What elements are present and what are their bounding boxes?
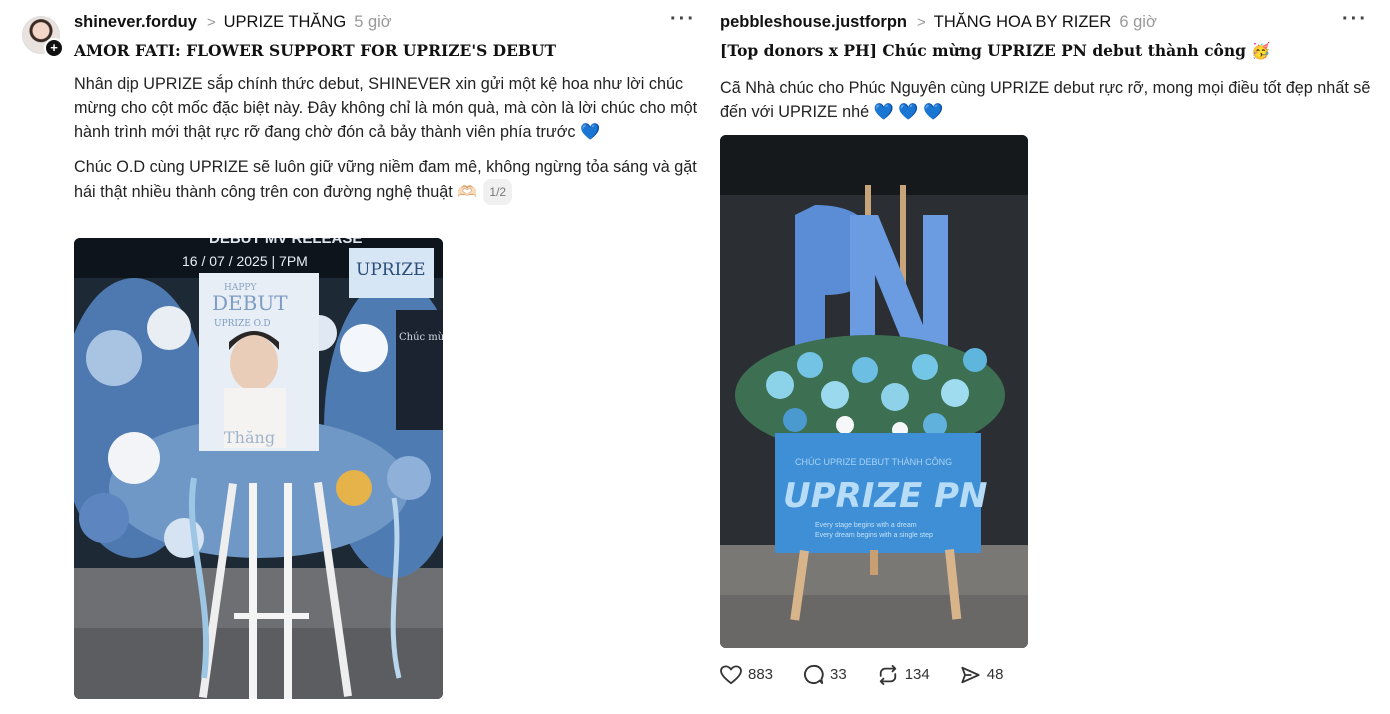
post-paragraph: Nhân dịp UPRIZE sắp chính thức debut, SH… (74, 75, 698, 141)
timestamp[interactable]: 6 giờ (1119, 13, 1156, 32)
comment-count: 33 (830, 666, 847, 683)
like-count: 883 (748, 666, 774, 683)
share-icon (961, 666, 980, 683)
poster-main-text: DEBUT (212, 291, 288, 315)
plus-icon[interactable]: + (44, 38, 64, 58)
post-body: Cã Nhà chúc cho Phúc Nguyên cùng UPRIZE … (720, 76, 1380, 135)
poster-sub-text: UPRIZE O.D (214, 319, 271, 329)
topic-tag[interactable]: UPRIZE THĂNG (224, 13, 347, 32)
heart-icon (720, 664, 742, 684)
action-bar: 883 33 134 48 (720, 664, 1033, 685)
timestamp[interactable]: 5 giờ (354, 13, 391, 32)
poster-name-text: Thăng (224, 428, 275, 447)
side-sign2-text: Chúc mừng UPRIZE DEBUT (399, 332, 443, 343)
comment-button[interactable]: 33 (803, 664, 847, 685)
post-paragraph: Chúc O.D cùng UPRIZE sẽ luôn giữ vững ni… (74, 158, 697, 201)
share-button[interactable]: 48 (960, 665, 1004, 685)
more-icon[interactable]: ··· (1342, 8, 1368, 31)
repost-button[interactable]: 134 (877, 664, 930, 685)
flower-stand-photo: CHÚC UPRIZE DEBUT THÀNH CÔNG UPRIZE PN E… (720, 135, 1028, 648)
side-sign-text: UPRIZE (356, 260, 426, 280)
image-counter: 1/2 (483, 179, 513, 205)
username[interactable]: pebbleshouse.justforpn (720, 13, 907, 32)
post-title: AMOR FATI: FLOWER SUPPORT FOR UPRIZE'S D… (74, 41, 557, 60)
banner-text: DEBUT MV RELEASE (209, 238, 362, 247)
sign-top-text: CHÚC UPRIZE DEBUT THÀNH CÔNG (795, 457, 952, 467)
date-text: 16 / 07 / 2025 | 7PM (182, 253, 308, 269)
comment-icon (804, 664, 824, 685)
username[interactable]: shinever.forduy (74, 13, 197, 32)
share-count: 48 (986, 666, 1004, 683)
repost-count: 134 (904, 666, 930, 683)
topic-tag[interactable]: THĂNG HOA BY RIZER (934, 13, 1112, 32)
sign-line1-text: Every stage begins with a dream (815, 522, 917, 529)
post-image[interactable]: CHÚC UPRIZE DEBUT THÀNH CÔNG UPRIZE PN E… (720, 135, 1028, 648)
post-image[interactable]: DEBUT MV RELEASE 16 / 07 / 2025 | 7PM UP… (74, 238, 443, 699)
chevron-right-icon: > (917, 13, 926, 31)
chevron-right-icon: > (206, 13, 216, 31)
post-header: pebbleshouse.justforpn > THĂNG HOA BY RI… (720, 10, 1157, 34)
like-button[interactable]: 883 (720, 664, 774, 685)
post-paragraph: Cã Nhà chúc cho Phúc Nguyên cùng UPRIZE … (720, 79, 1371, 121)
post-header: shinever.forduy > UPRIZE THĂNG 5 giờ (74, 10, 392, 34)
post-body: Nhân dịp UPRIZE sắp chính thức debut, SH… (74, 72, 699, 216)
sign-main-text: UPRIZE PN (783, 476, 987, 516)
more-icon[interactable]: ··· (670, 8, 696, 31)
sign-line2-text: Every dream begins with a single step (815, 532, 933, 539)
repost-icon (879, 664, 896, 685)
post-title: [Top donors x PH] Chúc mừng UPRIZE PN de… (720, 41, 1271, 60)
flower-stand-photo: DEBUT MV RELEASE 16 / 07 / 2025 | 7PM UP… (74, 238, 443, 699)
